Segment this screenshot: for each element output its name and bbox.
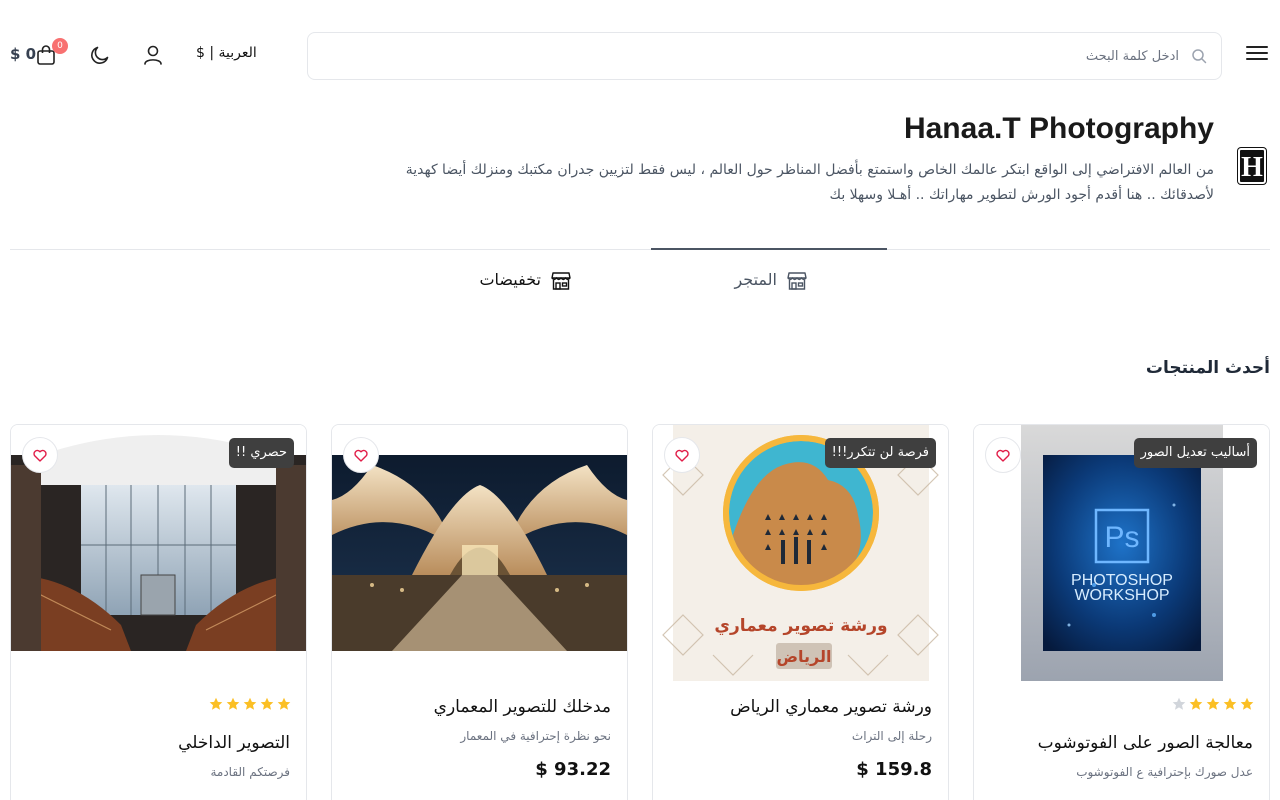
- cart-count-badge: 0: [52, 38, 68, 54]
- rating-stars: [1172, 697, 1254, 711]
- product-card[interactable]: Ps PHOTOSHOP WORKSHOP أساليب تعديل الصور…: [973, 424, 1270, 800]
- tab-store-label: المتجر: [734, 270, 777, 289]
- search-input[interactable]: [359, 33, 1179, 79]
- store-name: Hanaa.T Photography: [903, 112, 1214, 145]
- user-icon[interactable]: [142, 44, 164, 66]
- ps-logo-text: Ps: [1104, 521, 1139, 554]
- favorite-button[interactable]: [343, 437, 379, 473]
- product-badge: أساليب تعديل الصور: [1133, 438, 1257, 468]
- product-badge: فرصة لن تتكرر!!!: [824, 438, 936, 468]
- site-header: العربية | $ $ 0 0: [0, 0, 1280, 110]
- heart-icon: [354, 449, 368, 462]
- cart-button[interactable]: $ 0 0: [10, 38, 68, 70]
- heart-icon: [675, 449, 689, 462]
- favorite-button[interactable]: [985, 437, 1021, 473]
- product-subtitle: نحو نظرة إحترافية في المعمار: [460, 729, 611, 743]
- star-filled-icon: [209, 697, 223, 710]
- product-card[interactable]: ورشة تصوير معماري الرياض فرصة لن تتكرر!!…: [652, 424, 949, 800]
- product-subtitle: رحلة إلى التراث: [851, 729, 932, 743]
- product-subtitle: عدل صورك بإحترافية ع الفوتوشوب: [1076, 765, 1253, 779]
- workshop-image-text: ورشة تصوير معماري: [714, 616, 887, 636]
- star-filled-icon: [226, 697, 240, 710]
- store-description: من العالم الافتراضي إلى الواقع ابتكر عال…: [405, 162, 1214, 203]
- tab-store[interactable]: المتجر: [651, 248, 887, 306]
- search-box: [307, 32, 1222, 80]
- language-currency-selector[interactable]: العربية | $: [196, 45, 257, 61]
- cart-amount: $ 0: [10, 45, 37, 63]
- product-title[interactable]: ورشة تصوير معماري الرياض: [730, 697, 932, 717]
- product-price: $ 93.22: [535, 759, 611, 780]
- product-badge: حصري !!: [228, 438, 294, 468]
- star-filled-icon: [1189, 697, 1203, 710]
- tabs-divider: [10, 249, 1270, 250]
- product-title[interactable]: مدخلك للتصوير المعماري: [434, 697, 611, 717]
- star-empty-icon: [1172, 697, 1186, 710]
- moon-icon[interactable]: [89, 44, 111, 66]
- section-title-latest-products: أحدث المنتجات: [1145, 358, 1270, 378]
- star-filled-icon: [1240, 697, 1254, 710]
- product-subtitle: فرصتكم القادمة: [210, 765, 290, 779]
- product-card[interactable]: مدخلك للتصوير المعماري نحو نظرة إحترافية…: [331, 424, 628, 800]
- favorite-button[interactable]: [664, 437, 700, 473]
- menu-icon[interactable]: [1244, 42, 1270, 68]
- tab-discounts[interactable]: تخفيضات: [420, 250, 626, 308]
- star-filled-icon: [1206, 697, 1220, 710]
- product-title[interactable]: التصوير الداخلي: [178, 733, 290, 753]
- store-logo: H: [1238, 148, 1266, 184]
- heart-icon: [996, 449, 1010, 462]
- star-filled-icon: [260, 697, 274, 710]
- riyadh-image-text: الرياض: [777, 647, 832, 666]
- workshop-image-text: WORKSHOP: [1074, 587, 1169, 604]
- star-filled-icon: [243, 697, 257, 710]
- rating-stars: [209, 697, 291, 711]
- storefront-icon: [551, 272, 571, 290]
- heart-icon: [33, 449, 47, 462]
- product-card[interactable]: حصري !! التصوير الداخلي فرصتكم القادمة: [10, 424, 307, 800]
- search-icon: [1192, 49, 1207, 64]
- star-filled-icon: [1223, 697, 1237, 710]
- product-price: $ 159.8: [856, 759, 932, 780]
- star-filled-icon: [277, 697, 291, 710]
- storefront-icon: [787, 272, 807, 290]
- tab-discounts-label: تخفيضات: [479, 270, 541, 289]
- product-title[interactable]: معالجة الصور على الفوتوشوب: [1038, 733, 1253, 753]
- favorite-button[interactable]: [22, 437, 58, 473]
